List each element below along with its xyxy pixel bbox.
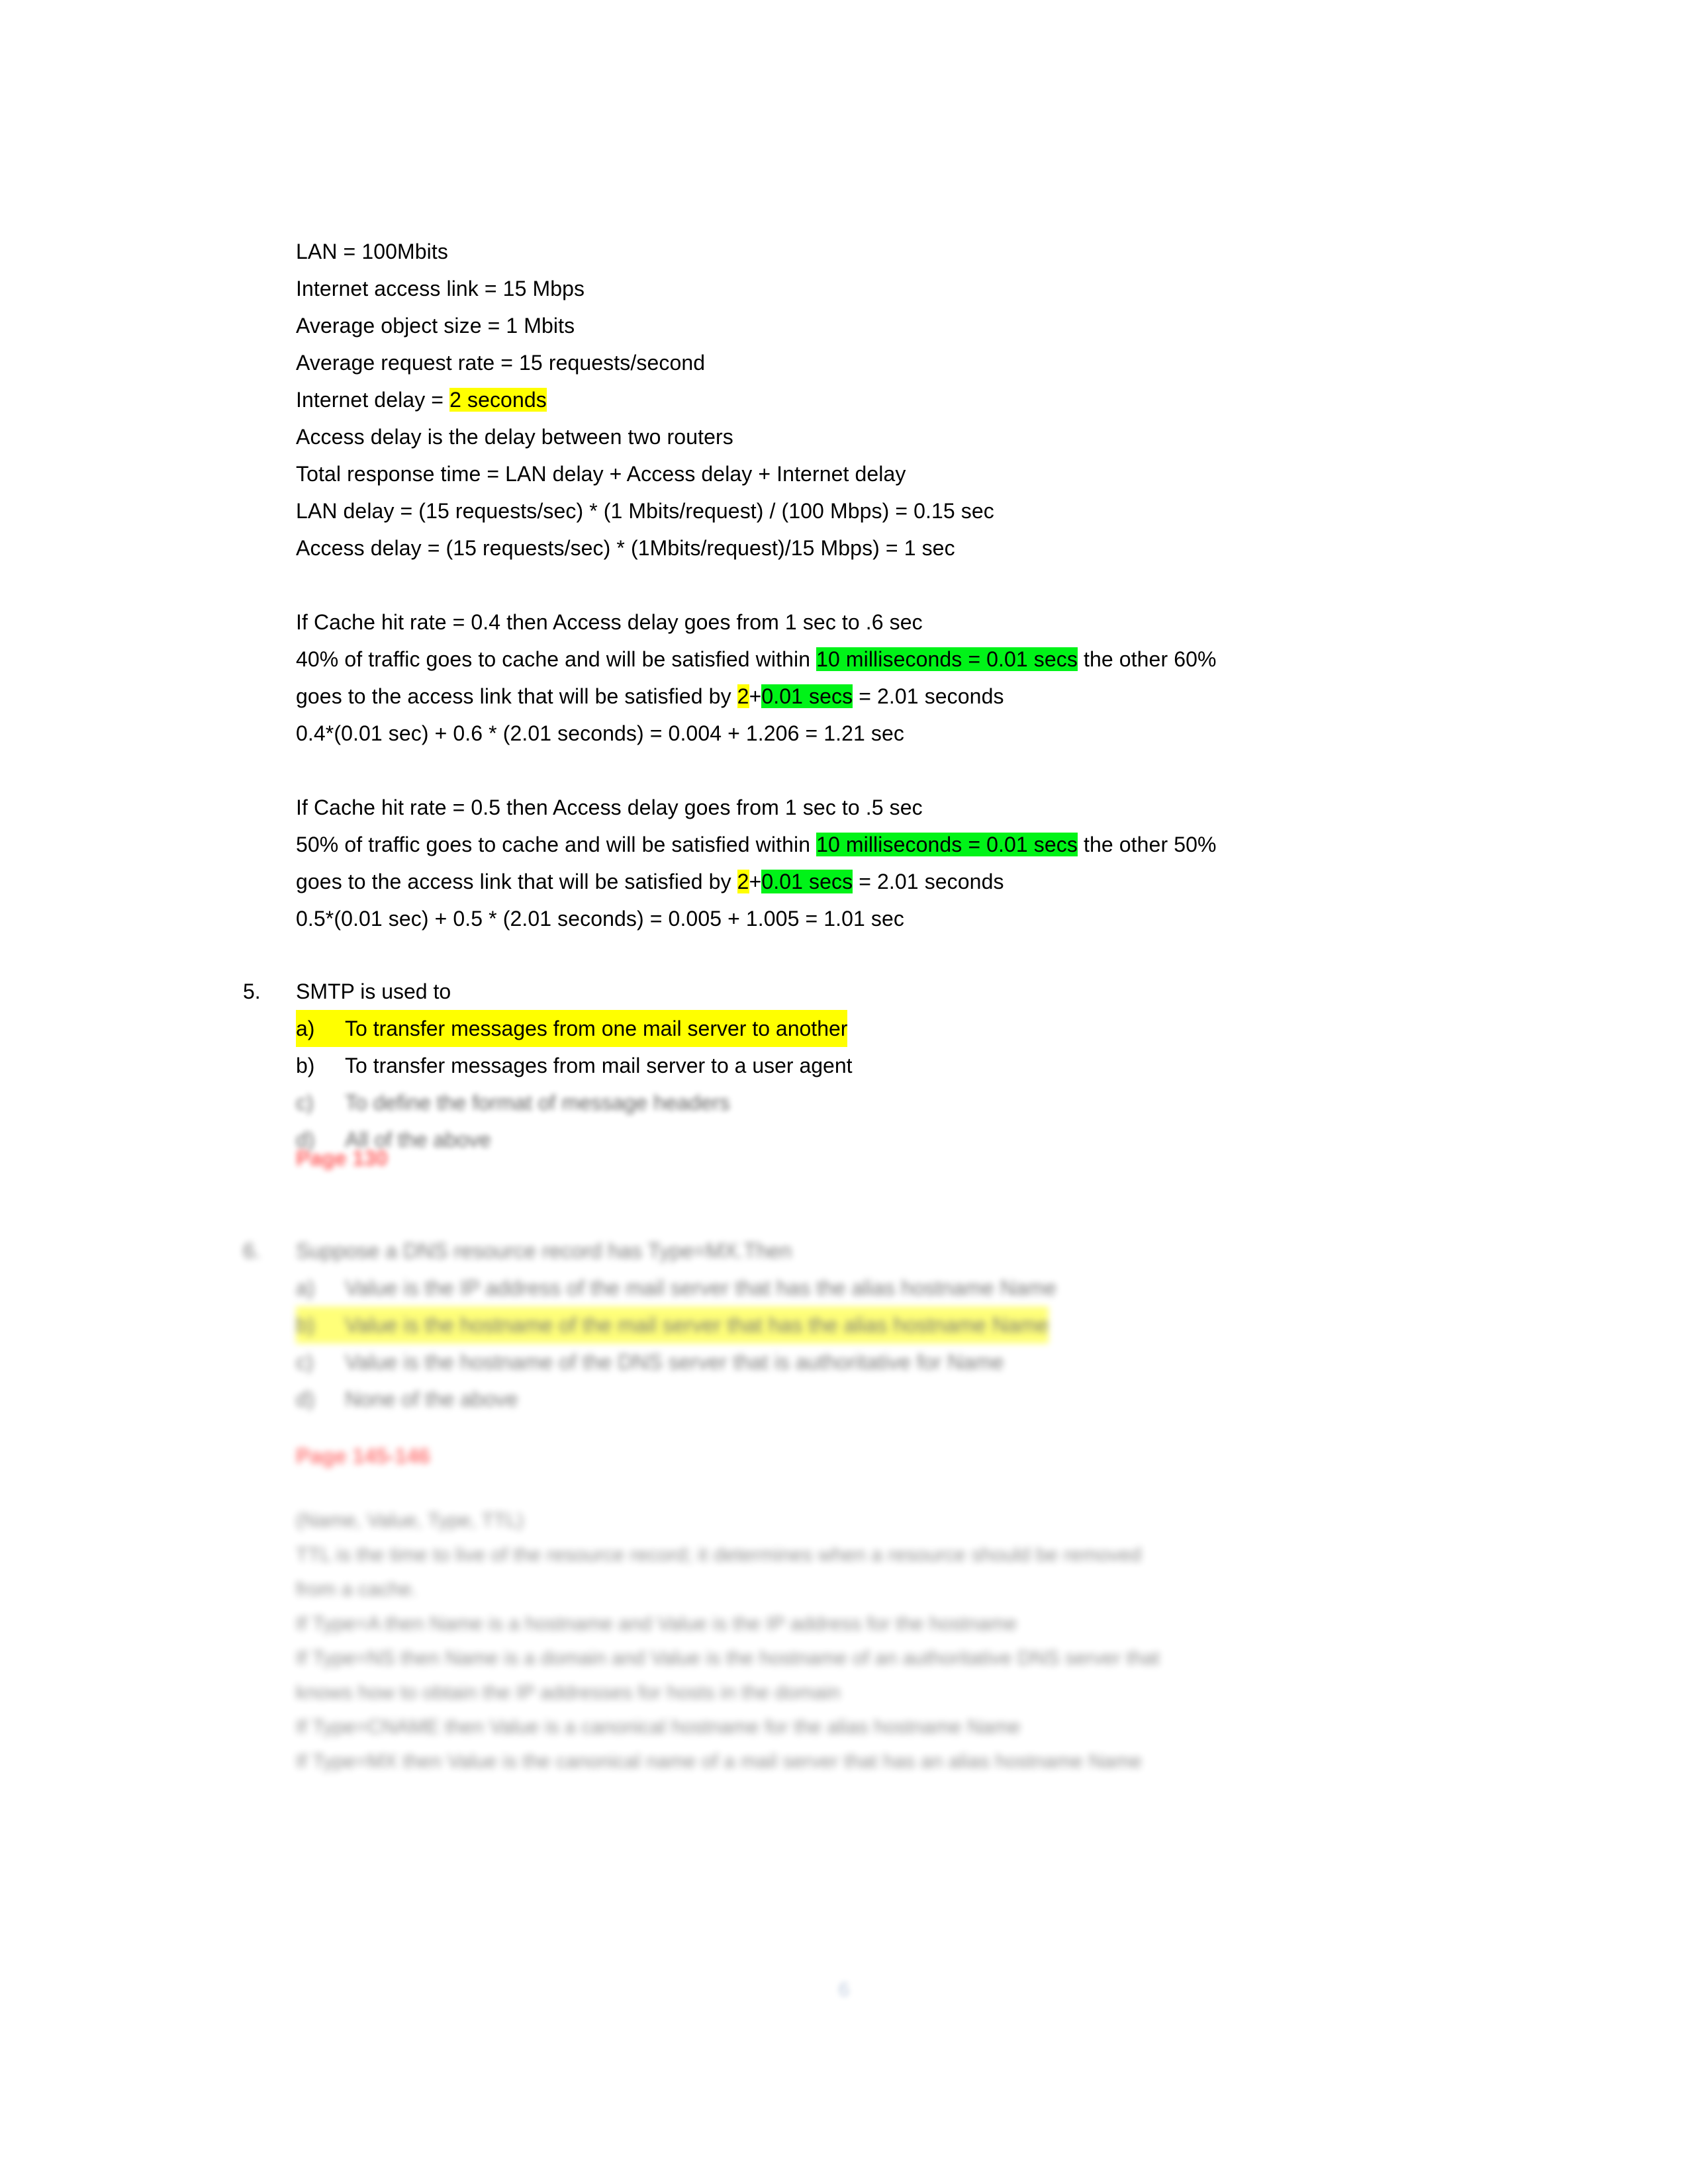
case05-result: 0.5*(0.01 sec) + 0.5 * (2.01 seconds) = …	[296, 907, 905, 931]
case05-access-prefix: goes to the access link that will be sat…	[296, 870, 737, 893]
note-line: from a cache.	[296, 1578, 418, 1600]
page-number: 6	[838, 1979, 850, 2001]
case04-traffic-suffix: the other 60%	[1078, 647, 1217, 671]
access-delay-formula: Access delay = (15 requests/sec) * (1Mbi…	[296, 536, 955, 560]
case05-traffic-line: 50% of traffic goes to cache and will be…	[296, 826, 1434, 863]
q6-option-a-text: Value is the IP address of the mail serv…	[345, 1276, 1056, 1300]
case04-cache-time: 10 milliseconds = 0.01 secs	[816, 647, 1078, 671]
q6-option-c-label: c)	[296, 1350, 314, 1374]
total-response-time-formula: Total response time = LAN delay + Access…	[296, 462, 906, 486]
case04-access-add: 0.01 secs	[761, 684, 853, 708]
option-c-text: To define the format of message headers	[345, 1091, 730, 1115]
question-5-reference: Page 130	[296, 1146, 388, 1170]
param-line-request-rate: Average request rate = 15 requests/secon…	[296, 351, 706, 375]
case04-access-plus: +	[749, 684, 762, 708]
question-5-option-a[interactable]: a) To transfer messages from one mail se…	[296, 1010, 1427, 1047]
case05-access-suffix: = 2.01 seconds	[853, 870, 1004, 893]
question-6-option-c[interactable]: c) Value is the hostname of the DNS serv…	[296, 1343, 1440, 1381]
document-page: LAN = 100Mbits Internet access link = 15…	[0, 0, 1688, 2184]
option-b-text: To transfer messages from mail server to…	[345, 1054, 853, 1077]
case04-access-line: goes to the access link that will be sat…	[296, 678, 1434, 715]
question-6-option-d[interactable]: d) None of the above	[296, 1381, 1440, 1418]
internet-delay-label: Internet delay =	[296, 388, 450, 412]
case05-traffic-prefix: 50% of traffic goes to cache and will be…	[296, 833, 817, 856]
option-c-label: c)	[296, 1091, 314, 1115]
option-b-label: b)	[296, 1054, 315, 1077]
case04-access-prefix: goes to the access link that will be sat…	[296, 684, 737, 708]
note-line: If Type=CNAME then Value is a canonical …	[296, 1716, 1021, 1738]
param-line-lan: LAN = 100Mbits	[296, 240, 448, 263]
access-delay-definition: Access delay is the delay between two ro…	[296, 425, 733, 449]
block-spacer-2	[296, 752, 1434, 789]
question-6-options: a) Value is the IP address of the mail s…	[296, 1269, 1440, 1418]
q6-option-d-text: None of the above	[345, 1387, 518, 1411]
internet-delay-value: 2 seconds	[449, 388, 547, 412]
q6-option-a-label: a)	[296, 1276, 315, 1300]
q6-option-b-text: Value is the hostname of the mail server…	[345, 1306, 1049, 1343]
question-5-option-c[interactable]: c) To define the format of message heade…	[296, 1084, 1427, 1121]
question-6: 6. Suppose a DNS resource record has Typ…	[235, 1232, 1440, 1418]
note-line: knows how to obtain the IP addresses for…	[296, 1682, 841, 1704]
q6-option-d-label: d)	[296, 1387, 315, 1411]
case04-access-suffix: = 2.01 seconds	[853, 684, 1004, 708]
question-5-number: 5.	[243, 979, 261, 1003]
param-line-internet-delay: Internet delay = 2 seconds	[296, 381, 1434, 418]
question-5: 5. SMTP is used to a) To transfer messag…	[235, 973, 1427, 1158]
case04-traffic-line: 40% of traffic goes to cache and will be…	[296, 641, 1434, 678]
case05-access-base: 2	[737, 870, 749, 893]
question-6-header: 6. Suppose a DNS resource record has Typ…	[235, 1232, 1440, 1269]
question-6-number: 6.	[243, 1239, 261, 1263]
question-5-option-b[interactable]: b) To transfer messages from mail server…	[296, 1047, 1427, 1084]
case04-traffic-prefix: 40% of traffic goes to cache and will be…	[296, 647, 817, 671]
lan-delay-formula: LAN delay = (15 requests/sec) * (1 Mbits…	[296, 499, 994, 523]
param-line-access-link: Internet access link = 15 Mbps	[296, 277, 585, 300]
dns-notes-block: (Name, Value, Type, TTL) TTL is the time…	[296, 1504, 1461, 1779]
question-6-reference: Page 145-146	[296, 1444, 430, 1468]
question-6-prompt: Suppose a DNS resource record has Type=M…	[296, 1239, 792, 1263]
question-5-options: a) To transfer messages from one mail se…	[296, 1010, 1427, 1158]
option-a-text: To transfer messages from one mail serve…	[345, 1010, 848, 1047]
case04-access-base: 2	[737, 684, 749, 708]
case05-access-line: goes to the access link that will be sat…	[296, 863, 1434, 900]
option-a-label: a)	[296, 1010, 345, 1047]
note-line: If Type=MX then Value is the canonical n…	[296, 1751, 1142, 1772]
case05-cache-time: 10 milliseconds = 0.01 secs	[816, 833, 1078, 856]
question-5-prompt: SMTP is used to	[296, 979, 451, 1003]
case04-intro: If Cache hit rate = 0.4 then Access dela…	[296, 610, 923, 634]
q6-option-c-text: Value is the hostname of the DNS server …	[345, 1350, 1004, 1374]
block-spacer-1	[296, 567, 1434, 604]
calculations-block: LAN = 100Mbits Internet access link = 15…	[296, 233, 1434, 937]
case05-intro: If Cache hit rate = 0.5 then Access dela…	[296, 796, 923, 819]
case05-access-plus: +	[749, 870, 762, 893]
case04-result: 0.4*(0.01 sec) + 0.6 * (2.01 seconds) = …	[296, 721, 905, 745]
note-line: If Type=A then Name is a hostname and Va…	[296, 1613, 1017, 1635]
note-line: TTL is the time to live of the resource …	[296, 1544, 1142, 1566]
question-5-header: 5. SMTP is used to	[235, 973, 1427, 1010]
question-6-option-b[interactable]: b) Value is the hostname of the mail ser…	[296, 1306, 1440, 1343]
note-line: If Type=NS then Name is a domain and Val…	[296, 1647, 1160, 1669]
case05-traffic-suffix: the other 50%	[1078, 833, 1217, 856]
question-6-option-a[interactable]: a) Value is the IP address of the mail s…	[296, 1269, 1440, 1306]
question-5-option-d[interactable]: d) All of the above	[296, 1121, 1427, 1158]
case05-access-add: 0.01 secs	[761, 870, 853, 893]
q6-option-b-label: b)	[296, 1306, 345, 1343]
note-line: (Name, Value, Type, TTL)	[296, 1510, 524, 1531]
param-line-object-size: Average object size = 1 Mbits	[296, 314, 575, 338]
